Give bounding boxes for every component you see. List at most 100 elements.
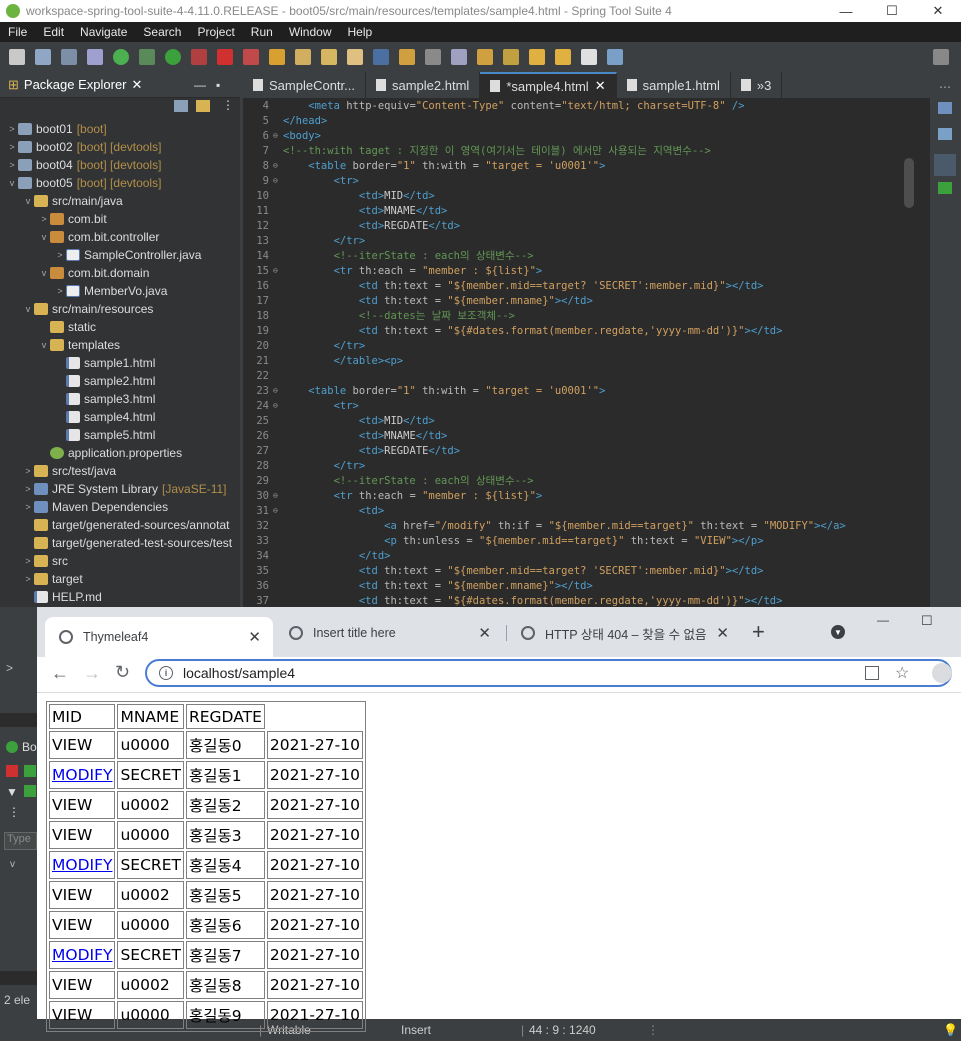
code-line[interactable]: 37 <td th:text = "${#dates.format(member… xyxy=(243,593,930,608)
tree-item[interactable]: > src/test/java xyxy=(0,462,240,480)
menu-run[interactable]: Run xyxy=(243,25,281,39)
tab-insert-title[interactable]: Insert title here ✕ xyxy=(281,617,503,649)
tree-item[interactable]: > com.bit xyxy=(0,210,240,228)
tree-item[interactable]: v templates xyxy=(0,336,240,354)
code-line[interactable]: 26 <td>MNAME</td> xyxy=(243,428,930,443)
code-line[interactable]: 7 <!--th:with taget : 지정한 이 영역(여기서는 테이블) … xyxy=(243,143,930,158)
code-line[interactable]: 18 <!--dates는 날짜 보조객체--> xyxy=(243,308,930,323)
editor-tab[interactable]: *sample4.html ✕ xyxy=(480,72,617,98)
fold-icon[interactable]: ⊖ xyxy=(273,161,283,170)
view-menu-icon[interactable]: ⋯ xyxy=(939,80,951,94)
code-line[interactable]: 8 ⊖ <table border="1" th:with = "target =… xyxy=(243,158,930,173)
fold-icon[interactable]: ⊖ xyxy=(273,401,283,410)
block-selection-icon[interactable] xyxy=(399,49,415,65)
forward-arrow-icon[interactable]: → xyxy=(83,663,101,684)
search-icon[interactable] xyxy=(347,49,363,65)
code-line[interactable]: 31 ⊖ <td> xyxy=(243,503,930,518)
close-icon[interactable]: ✕ xyxy=(132,77,143,93)
code-line[interactable]: 36 <td th:text = "${member.mname}"></td> xyxy=(243,578,930,593)
code-line[interactable]: 9 ⊖ <tr> xyxy=(243,173,930,188)
new-tab-button[interactable]: + xyxy=(752,619,765,645)
tree-item[interactable]: v src/main/java xyxy=(0,192,240,210)
tree-arrow-icon[interactable]: > xyxy=(6,124,18,134)
fold-icon[interactable]: ⊖ xyxy=(273,491,283,500)
tab-http-404[interactable]: HTTP 상태 404 – 찾을 수 없음 ✕ xyxy=(513,617,741,649)
tree-arrow-icon[interactable]: > xyxy=(6,142,18,152)
tab-search-icon[interactable]: ▼ xyxy=(831,625,845,639)
tree-arrow-icon[interactable]: v xyxy=(6,178,18,188)
minimize-button[interactable]: — xyxy=(877,613,889,627)
modify-link[interactable]: MODIFY xyxy=(52,946,112,964)
outline-icon[interactable] xyxy=(938,102,952,114)
tree-item[interactable]: > boot02 [boot] [devtools] xyxy=(0,138,240,156)
relaunch-icon[interactable] xyxy=(243,49,259,65)
url-text[interactable]: localhost/sample4 xyxy=(183,665,295,681)
code-line[interactable]: 16 <td th:text = "${member.mid==target? … xyxy=(243,278,930,293)
tree-item[interactable]: > target xyxy=(0,570,240,588)
package-explorer-title[interactable]: Package Explorer xyxy=(24,77,127,92)
code-line[interactable]: 5 </head> xyxy=(243,113,930,128)
code-line[interactable]: 14 <!--iterState : each의 상태변수--> xyxy=(243,248,930,263)
back-arrow-icon[interactable]: ← xyxy=(51,663,69,684)
modify-link[interactable]: MODIFY xyxy=(52,856,112,874)
tree-arrow-icon[interactable]: v xyxy=(22,304,34,314)
tree-arrow-icon[interactable]: > xyxy=(6,160,18,170)
tree-item[interactable]: sample4.html xyxy=(0,408,240,426)
menu-edit[interactable]: Edit xyxy=(35,25,72,39)
code-view[interactable]: 4 <meta http-equiv="Content-Type" conten… xyxy=(243,98,930,608)
code-line[interactable]: 30 ⊖ <tr th:each = "member : ${list}"> xyxy=(243,488,930,503)
tree-item[interactable]: HELP.md xyxy=(0,588,240,606)
tree-item[interactable]: > boot01 [boot] xyxy=(0,120,240,138)
tree-item[interactable]: > boot04 [boot] [devtools] xyxy=(0,156,240,174)
qr-code-icon[interactable] xyxy=(865,666,879,680)
code-line[interactable]: 27 <td>REGDATE</td> xyxy=(243,443,930,458)
link-with-editor-icon[interactable] xyxy=(196,100,210,112)
previous-annotation-icon[interactable] xyxy=(503,49,519,65)
tree-item[interactable]: target/generated-sources/annotat xyxy=(0,516,240,534)
code-line[interactable]: 34 </td> xyxy=(243,548,930,563)
add-icon[interactable] xyxy=(24,785,36,797)
toggle-mark-occurrences-icon[interactable] xyxy=(373,49,389,65)
filter-icon[interactable]: ▼ xyxy=(6,785,18,799)
tree-arrow-icon[interactable]: > xyxy=(22,484,34,494)
bookmark-star-icon[interactable]: ☆ xyxy=(895,663,909,683)
next-annotation-icon[interactable] xyxy=(477,49,493,65)
minimize-view-icon[interactable]: — xyxy=(194,78,206,92)
code-line[interactable]: 17 <td th:text = "${member.mname}"></td> xyxy=(243,293,930,308)
task-list-icon[interactable] xyxy=(938,128,952,140)
view-menu-icon[interactable]: ⋮ xyxy=(222,98,234,112)
boot-dashboard-tab-label[interactable]: Bo xyxy=(22,740,37,754)
code-line[interactable]: 13 </tr> xyxy=(243,233,930,248)
menu-navigate[interactable]: Navigate xyxy=(72,25,135,39)
fold-icon[interactable]: ⊖ xyxy=(273,506,283,515)
collapse-all-icon[interactable] xyxy=(174,100,188,112)
code-line[interactable]: 11 <td>MNAME</td> xyxy=(243,203,930,218)
tree-item[interactable]: v com.bit.domain xyxy=(0,264,240,282)
tree-item[interactable]: v src/main/resources xyxy=(0,300,240,318)
editor-scrollbar[interactable] xyxy=(902,98,916,607)
stop-icon[interactable] xyxy=(6,765,18,777)
code-line[interactable]: 28 </tr> xyxy=(243,458,930,473)
code-line[interactable]: 4 <meta http-equiv="Content-Type" conten… xyxy=(243,98,930,113)
editor-tab[interactable]: sample2.html xyxy=(366,72,481,98)
maximize-view-icon[interactable]: ▪ xyxy=(216,78,220,92)
boot-dashboard-icon[interactable] xyxy=(6,741,18,753)
code-line[interactable]: 12 <td>REGDATE</td> xyxy=(243,218,930,233)
code-line[interactable]: 23 ⊖ <table border="1" th:with = "target … xyxy=(243,383,930,398)
profile-avatar-icon[interactable] xyxy=(932,663,952,683)
editor-tab[interactable]: sample1.html xyxy=(617,72,731,98)
code-line[interactable]: 6 ⊖ <body> xyxy=(243,128,930,143)
tree-item[interactable]: v boot05 [boot] [devtools] xyxy=(0,174,240,192)
tree-arrow-icon[interactable]: > xyxy=(54,250,66,260)
tree-item[interactable]: > JRE System Library [JavaSE-11] xyxy=(0,480,240,498)
code-line[interactable]: 15 ⊖ <tr th:each = "member : ${list}"> xyxy=(243,263,930,278)
site-info-icon[interactable]: i xyxy=(159,666,173,680)
close-tab-icon[interactable]: ✕ xyxy=(716,624,729,642)
fold-icon[interactable]: ⊖ xyxy=(273,131,283,140)
editor-tab[interactable]: »3 xyxy=(731,72,783,98)
tree-arrow-icon[interactable]: v xyxy=(38,232,50,242)
tree-item[interactable]: static xyxy=(0,318,240,336)
editor-tab[interactable]: SampleContr... xyxy=(243,72,366,98)
stop-icon[interactable] xyxy=(217,49,233,65)
filter-input[interactable]: Type xyxy=(4,832,37,850)
